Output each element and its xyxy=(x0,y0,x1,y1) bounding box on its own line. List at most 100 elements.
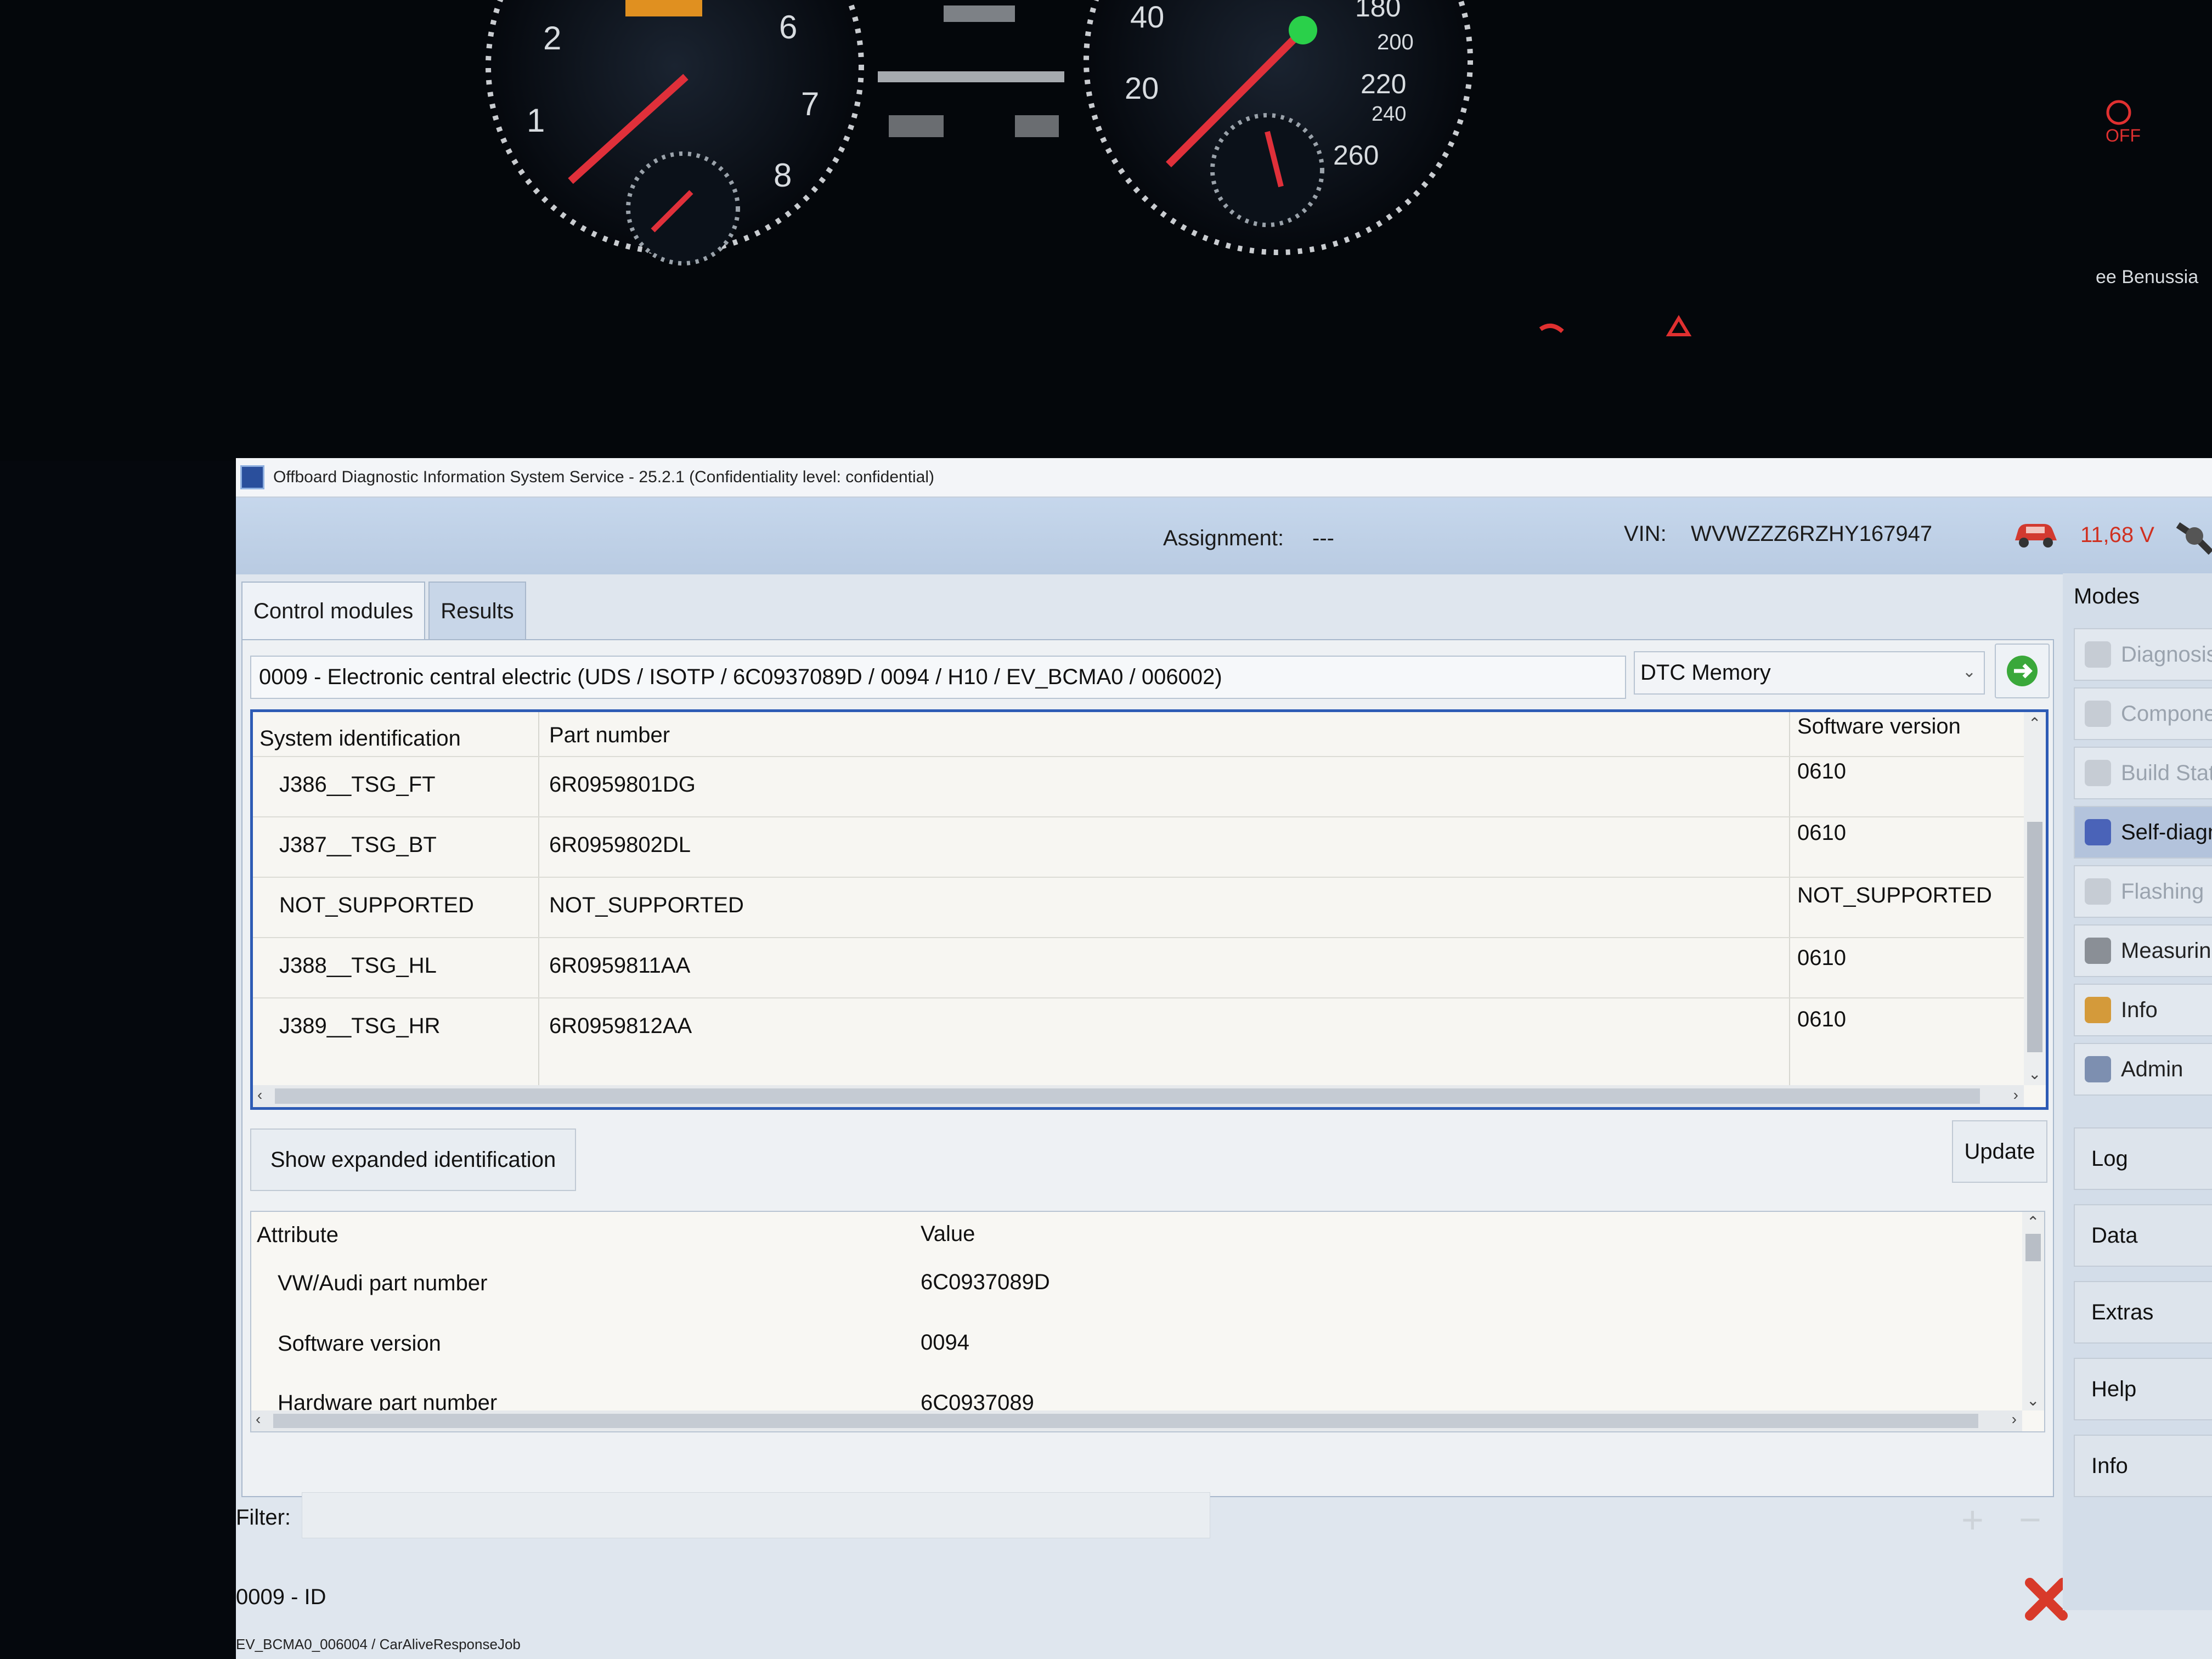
radio-display-text: ee Benussia xyxy=(2096,267,2198,287)
identification-table: System identification Part number Softwa… xyxy=(250,709,2049,1110)
cell-part-number: 6R0959811AA xyxy=(549,953,691,978)
table-row[interactable]: VW/Audi part number 6C0937089D xyxy=(251,1255,2022,1315)
speedo-label: 200 xyxy=(1377,30,1414,54)
header-bar: Assignment: --- VIN: WVWZZZ6RZHY167947 1… xyxy=(236,498,2212,574)
table-row[interactable]: J389__TSG_HR 6R0959812AA 0610 xyxy=(253,997,2024,1059)
scroll-left-icon[interactable]: ‹ xyxy=(256,1410,261,1428)
title-bar: Offboard Diagnostic Information System S… xyxy=(236,458,2212,498)
cell-value: 6C0937089D xyxy=(921,1270,1050,1294)
measuring-icon xyxy=(2085,938,2111,964)
mode-flashing[interactable]: Flashing xyxy=(2074,865,2212,918)
admin-icon xyxy=(2085,1056,2111,1082)
scrollbar-thumb[interactable] xyxy=(2027,822,2042,1052)
cell-system-id: J389__TSG_HR xyxy=(279,1014,441,1038)
update-button[interactable]: Update xyxy=(1952,1120,2047,1183)
control-module-field[interactable]: 0009 - Electronic central electric (UDS … xyxy=(250,656,1626,699)
show-expanded-identification-button[interactable]: Show expanded identification xyxy=(250,1128,576,1191)
vin-label: VIN: xyxy=(1624,522,1667,546)
horizontal-scrollbar[interactable]: ‹ › xyxy=(251,1410,2022,1431)
tab-label: Results xyxy=(441,599,514,623)
button-label: Help xyxy=(2091,1376,2137,1401)
modes-title: Modes xyxy=(2074,584,2140,608)
mode-label: Build State xyxy=(2121,760,2212,785)
column-header: Part number xyxy=(549,723,670,747)
tacho-label: 2 xyxy=(543,20,561,57)
info-button[interactable]: Info xyxy=(2074,1435,2212,1497)
remove-filter-icon[interactable]: − xyxy=(2019,1498,2041,1542)
mode-label: Admin xyxy=(2121,1057,2183,1081)
speedo-label: 40 xyxy=(1130,0,1164,34)
mode-build-state[interactable]: Build State xyxy=(2074,747,2212,799)
scroll-right-icon[interactable]: › xyxy=(2013,1086,2018,1104)
mode-label: Diagnosis xyxy=(2121,642,2212,667)
flashing-icon xyxy=(2085,878,2111,905)
scroll-down-icon[interactable]: ⌄ xyxy=(2028,1065,2041,1083)
table-row[interactable]: Software version 0094 xyxy=(251,1315,2022,1375)
mode-measuring[interactable]: Measuring xyxy=(2074,924,2212,977)
speedo-label: 240 xyxy=(1372,103,1406,126)
scroll-right-icon[interactable]: › xyxy=(2012,1410,2017,1428)
info-book-icon xyxy=(2085,997,2111,1023)
cell-part-number: 6R0959812AA xyxy=(549,1014,692,1038)
scroll-down-icon[interactable]: ⌄ xyxy=(2027,1391,2039,1409)
speedo-label: 180 xyxy=(1355,0,1401,22)
instrument-cluster: 2 1 6 7 8 40 20 180 200 220 240 260 OFF … xyxy=(0,0,2212,461)
function-select[interactable]: DTC Memory ⌄ xyxy=(1634,651,1985,695)
help-button[interactable]: Help xyxy=(2074,1358,2212,1420)
scrollbar-thumb[interactable] xyxy=(273,1414,1978,1428)
table-row[interactable]: NOT_SUPPORTED NOT_SUPPORTED NOT_SUPPORTE… xyxy=(253,877,2024,938)
tab-bar: Control modules Results xyxy=(241,582,526,640)
scroll-up-icon[interactable]: ⌃ xyxy=(2028,714,2041,732)
cell-system-id: J388__TSG_HL xyxy=(279,953,437,978)
speedo-label: 260 xyxy=(1333,140,1379,171)
diagnosis-icon xyxy=(2085,641,2111,668)
button-label: Extras xyxy=(2091,1300,2154,1324)
cell-value: 0094 xyxy=(921,1330,969,1355)
log-button[interactable]: Log xyxy=(2074,1127,2212,1190)
cell-software-version: 0610 xyxy=(1797,946,1846,970)
mode-label: Info xyxy=(2121,997,2158,1022)
column-header: Value xyxy=(921,1222,975,1246)
function-select-value: DTC Memory xyxy=(1640,661,1771,685)
mode-components[interactable]: Components xyxy=(2074,687,2212,740)
horizontal-scrollbar[interactable]: ‹ › xyxy=(253,1085,2024,1107)
table-row[interactable]: J388__TSG_HL 6R0959811AA 0610 xyxy=(253,937,2024,998)
table-row[interactable]: J387__TSG_BT 6R0959802DL 0610 xyxy=(253,816,2024,878)
execute-button[interactable] xyxy=(1995,644,2050,698)
app-icon xyxy=(240,465,264,489)
car-icon xyxy=(2015,524,2057,548)
cell-system-id: J386__TSG_FT xyxy=(279,772,436,797)
battery-voltage: 11,68 V xyxy=(2080,523,2154,547)
tab-results[interactable]: Results xyxy=(428,582,526,640)
mode-diagnosis[interactable]: Diagnosis xyxy=(2074,628,2212,681)
add-filter-icon[interactable]: + xyxy=(1961,1498,1984,1542)
assignment-label: Assignment: xyxy=(1163,526,1284,550)
components-icon xyxy=(2085,701,2111,727)
window-title: Offboard Diagnostic Information System S… xyxy=(273,468,935,486)
job-status-text: EV_BCMA0_006004 / CarAliveResponseJob xyxy=(236,1636,521,1652)
mode-info[interactable]: Info xyxy=(2074,984,2212,1036)
cell-software-version: 0610 xyxy=(1797,821,1846,845)
mode-self-diagnosis[interactable]: Self-diagnosis xyxy=(2074,806,2212,859)
button-label: Show expanded identification xyxy=(270,1147,556,1172)
scrollbar-thumb[interactable] xyxy=(2025,1234,2041,1261)
scroll-left-icon[interactable]: ‹ xyxy=(257,1086,262,1104)
tab-control-modules[interactable]: Control modules xyxy=(241,582,426,640)
tab-label: Control modules xyxy=(253,599,414,623)
button-label: Log xyxy=(2091,1146,2128,1171)
tacho-label: 7 xyxy=(801,86,819,122)
mode-admin[interactable]: Admin xyxy=(2074,1043,2212,1096)
vertical-scrollbar[interactable]: ⌃ ⌄ xyxy=(2024,712,2046,1085)
connection-plug-icon xyxy=(2176,522,2212,555)
vertical-scrollbar[interactable]: ⌃ ⌄ xyxy=(2022,1212,2044,1410)
module-row: 0009 - Electronic central electric (UDS … xyxy=(250,644,2050,706)
scroll-up-icon[interactable]: ⌃ xyxy=(2027,1213,2039,1231)
data-button[interactable]: Data xyxy=(2074,1204,2212,1267)
table-row[interactable]: J386__TSG_FT 6R0959801DG 0610 xyxy=(253,756,2024,817)
extras-button[interactable]: Extras xyxy=(2074,1281,2212,1344)
filter-label: Filter: xyxy=(236,1505,291,1530)
cell-attribute: VW/Audi part number xyxy=(278,1271,488,1295)
filter-input[interactable] xyxy=(302,1492,1210,1538)
airbag-off-label: OFF xyxy=(2106,126,2141,145)
scrollbar-thumb[interactable] xyxy=(275,1088,1980,1104)
